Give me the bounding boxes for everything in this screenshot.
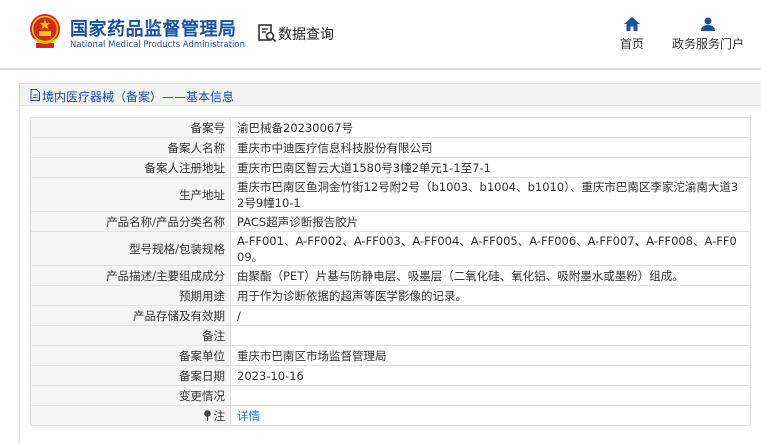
field-label: 预期用途 bbox=[30, 285, 231, 306]
table-row: 产品名称/产品分类名称 PACS超声诊断报告胶片 bbox=[30, 211, 751, 232]
field-value bbox=[230, 385, 751, 406]
document-icon bbox=[30, 89, 40, 101]
field-label: 备案人名称 bbox=[30, 137, 231, 158]
detail-link[interactable]: 详情 bbox=[237, 409, 260, 423]
table-row: 生产地址 重庆市巴南区鱼洞金竹街12号附2号（b1003、b1004、b1010… bbox=[30, 177, 751, 212]
table-row: 产品描述/主要组成成分 由聚酯（PET）片基与防静电层、吸墨层（二氧化硅、氧化铝… bbox=[30, 265, 751, 286]
site-header: 国家药品监督管理局 National Medical Products Admi… bbox=[0, 0, 761, 68]
field-label: 备案单位 bbox=[30, 345, 231, 366]
table-row: 备案人名称 重庆市中迪医疗信息科技股份有限公司 bbox=[30, 137, 751, 158]
user-icon bbox=[701, 17, 715, 31]
field-label: 产品存储及有效期 bbox=[30, 305, 231, 326]
field-value bbox=[230, 325, 751, 346]
field-label: 型号规格/包装规格 bbox=[30, 231, 231, 266]
table-row: 备注 bbox=[30, 325, 751, 346]
field-label: 备案号 bbox=[30, 117, 231, 138]
field-label: 备案日期 bbox=[30, 365, 231, 386]
nav-home-label: 首页 bbox=[619, 37, 644, 51]
field-value: 用于作为诊断依据的超声等医学影像的记录。 bbox=[230, 285, 751, 306]
nav-home[interactable]: 首页 bbox=[616, 17, 648, 52]
table-row: 预期用途 用于作为诊断依据的超声等医学影像的记录。 bbox=[30, 285, 751, 306]
pin-icon bbox=[203, 409, 211, 421]
field-label: 生产地址 bbox=[30, 177, 231, 212]
breadcrumb-section[interactable]: 境内医疗器械（备案） bbox=[42, 90, 162, 104]
field-label: 产品名称/产品分类名称 bbox=[30, 211, 231, 232]
table-row: 备案号 渝巴械备20230067号 bbox=[30, 117, 751, 138]
table-row: 备案人注册地址 重庆市巴南区智云大道1580号3幢2单元1-1至7-1 bbox=[30, 157, 751, 178]
record-panel: 境内医疗器械（备案）——基本信息 备案号 渝巴械备20230067号 备案人名称… bbox=[19, 83, 761, 444]
table-row: 备案日期 2023-10-16 bbox=[30, 365, 751, 386]
data-query-icon[interactable] bbox=[257, 23, 277, 43]
table-row: 注 详情 bbox=[30, 405, 751, 426]
breadcrumb-text: 境内医疗器械（备案）——基本信息 bbox=[42, 88, 234, 105]
home-icon bbox=[624, 17, 640, 31]
field-label: 备注 bbox=[30, 325, 231, 346]
note-value: 详情 bbox=[230, 405, 751, 426]
national-emblem-icon bbox=[30, 14, 60, 48]
table-row: 变更情况 bbox=[30, 385, 751, 406]
breadcrumb-separator: —— bbox=[162, 90, 187, 104]
breadcrumb-current: 基本信息 bbox=[186, 90, 235, 104]
field-value: 由聚酯（PET）片基与防静电层、吸墨层（二氧化硅、氧化铝、吸附墨水或墨粉）组成。 bbox=[230, 265, 751, 286]
field-value: 2023-10-16 bbox=[230, 365, 751, 386]
note-label: 注 bbox=[213, 408, 226, 423]
field-value: 重庆市巴南区市场监督管理局 bbox=[230, 345, 751, 366]
field-label: 产品描述/主要组成成分 bbox=[30, 265, 231, 286]
field-value: 重庆市巴南区鱼洞金竹街12号附2号（b1003、b1004、b1010）、重庆市… bbox=[230, 177, 751, 212]
field-label: 变更情况 bbox=[30, 385, 231, 406]
field-value: 重庆市中迪医疗信息科技股份有限公司 bbox=[230, 137, 751, 158]
field-value: 渝巴械备20230067号 bbox=[230, 117, 751, 138]
table-row: 备案单位 重庆市巴南区市场监督管理局 bbox=[30, 345, 751, 366]
header-divider bbox=[0, 68, 761, 70]
table-row: 型号规格/包装规格 A-FF001、A-FF002、A-FF003、A-FF00… bbox=[30, 231, 751, 266]
breadcrumb: 境内医疗器械（备案）——基本信息 bbox=[20, 84, 761, 106]
note-label-cell: 注 bbox=[30, 405, 231, 426]
field-value: / bbox=[230, 305, 751, 326]
field-value: A-FF001、A-FF002、A-FF003、A-FF004、A-FF005、… bbox=[230, 231, 751, 266]
field-value: PACS超声诊断报告胶片 bbox=[230, 211, 751, 232]
agency-name-cn: 国家药品监督管理局 bbox=[70, 19, 237, 40]
record-detail-table: 备案号 渝巴械备20230067号 备案人名称 重庆市中迪医疗信息科技股份有限公… bbox=[30, 117, 751, 426]
field-label: 备案人注册地址 bbox=[30, 157, 231, 178]
field-value: 重庆市巴南区智云大道1580号3幢2单元1-1至7-1 bbox=[230, 157, 751, 178]
nav-government-services-portal[interactable]: 政务服务门户 bbox=[668, 17, 748, 52]
agency-name-en: National Medical Products Administration bbox=[70, 40, 245, 50]
data-query-link[interactable]: 数据查询 bbox=[278, 24, 334, 44]
nav-portal-label: 政务服务门户 bbox=[671, 37, 744, 51]
table-row: 产品存储及有效期 / bbox=[30, 305, 751, 326]
